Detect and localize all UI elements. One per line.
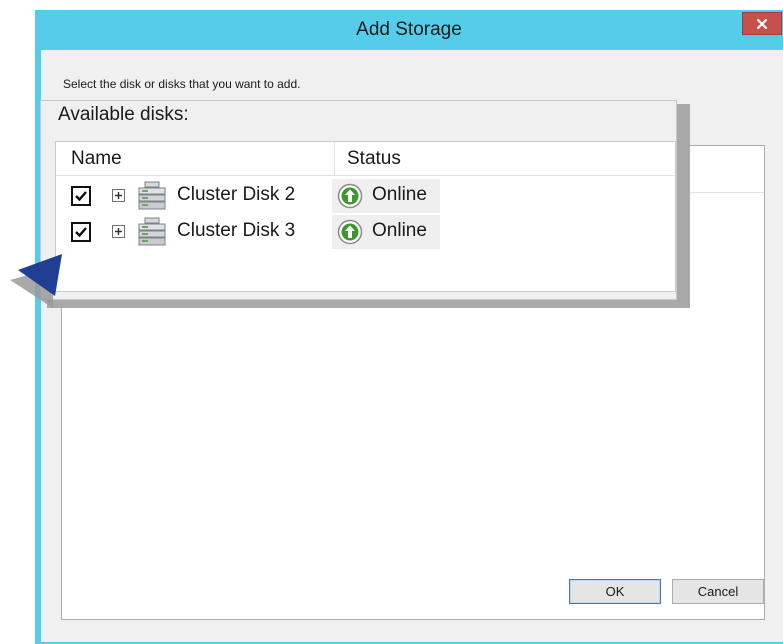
disk-status: Online: [372, 220, 427, 241]
column-header-status[interactable]: Status: [347, 148, 401, 170]
checkmark-icon: [75, 227, 87, 238]
disks-grid: Name Status Cluster Disk 2 Online Cluste…: [55, 141, 676, 292]
disk-status: Online: [372, 184, 427, 205]
cluster-disk-icon: [138, 181, 166, 210]
grid-header: Name Status: [56, 142, 675, 176]
status-cell: Online: [332, 179, 440, 213]
disk-row[interactable]: Cluster Disk 2 Online: [56, 178, 675, 214]
callout-pointer-icon: [10, 254, 62, 308]
window-title: Add Storage: [356, 19, 462, 40]
column-separator: [334, 142, 335, 176]
cancel-button[interactable]: Cancel: [672, 579, 764, 604]
disk-name: Cluster Disk 3: [177, 220, 296, 241]
disk-checkbox[interactable]: [71, 222, 91, 242]
close-button[interactable]: [742, 12, 782, 35]
expand-icon[interactable]: [112, 189, 125, 202]
online-arrow-icon: [337, 219, 363, 245]
instruction-text: Select the disk or disks that you want t…: [63, 77, 301, 91]
online-arrow-icon: [337, 183, 363, 209]
checkmark-icon: [75, 191, 87, 202]
cluster-disk-icon: [138, 217, 166, 246]
disk-checkbox[interactable]: [71, 186, 91, 206]
column-header-name[interactable]: Name: [71, 148, 122, 170]
disk-row[interactable]: Cluster Disk 3 Online: [56, 214, 675, 250]
status-cell: Online: [332, 215, 440, 249]
close-icon: [757, 18, 767, 29]
ok-button[interactable]: OK: [569, 579, 661, 604]
title-bar: Add Storage: [35, 10, 783, 50]
available-disks-label: Available disks:: [58, 104, 189, 125]
expand-icon[interactable]: [112, 225, 125, 238]
disk-name: Cluster Disk 2: [177, 184, 296, 205]
available-disks-callout: Available disks: Name Status Cluster Dis…: [40, 100, 677, 300]
